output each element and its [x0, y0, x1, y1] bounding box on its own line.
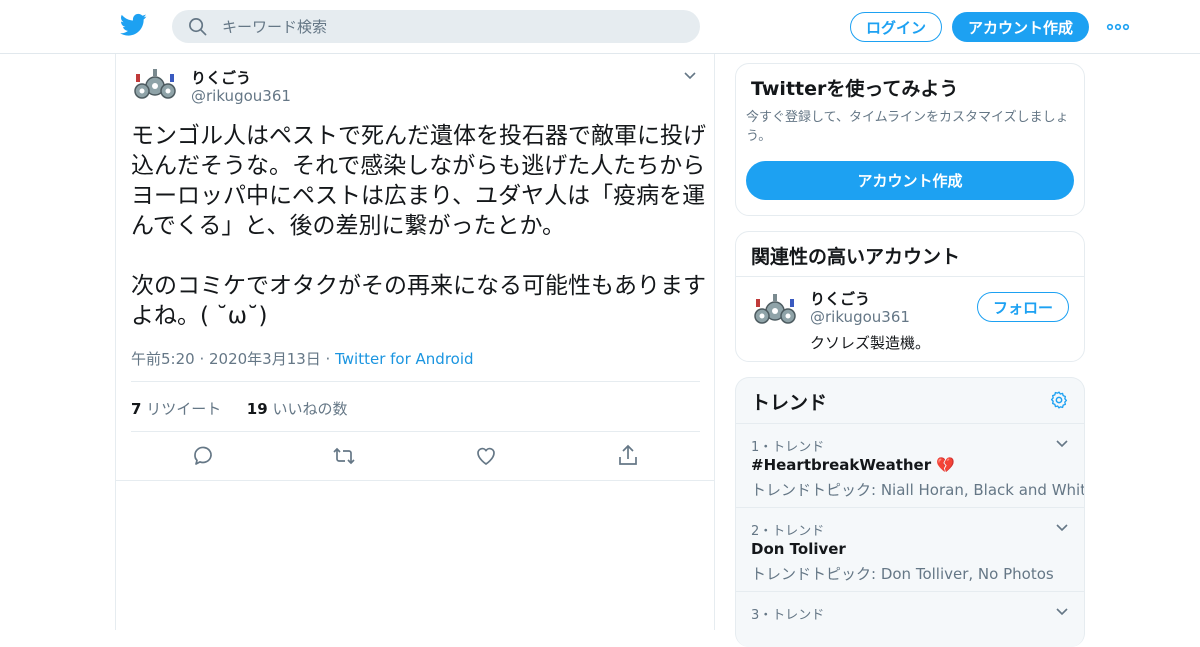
more-options-icon[interactable] [1106, 17, 1130, 37]
signup-card-title: Twitterを使ってみよう [751, 78, 959, 100]
tweet-metadata: 午前5:20 · 2020年3月13日 · Twitter for Androi… [131, 348, 474, 369]
tweet-timestamp[interactable]: 午前5:20 · 2020年3月13日 · [131, 350, 335, 368]
like-stat[interactable]: 19 いいねの数 [247, 400, 348, 418]
signup-card: Twitterを使ってみよう 今すぐ登録して、タイムラインをカスタマイズしましょ… [735, 63, 1085, 216]
related-handle[interactable]: @rikugou361 [810, 308, 910, 326]
share-icon[interactable] [616, 444, 640, 468]
trend-name[interactable]: Don Toliver [751, 540, 846, 558]
retweet-icon[interactable] [332, 444, 356, 468]
tweet-stats: 7 リツイート 19 いいねの数 [131, 398, 347, 419]
trend-item[interactable]: 2・トレンド Don Toliver トレンドトピック: Don Tollive… [736, 507, 1084, 591]
author-avatar[interactable] [131, 64, 179, 112]
trend-name[interactable]: #HeartbreakWeather 💔 [751, 456, 955, 474]
tweet-detail: りくごう @rikugou361 モンゴル人はペストで死んだ遺体を投石器で敵軍に… [115, 54, 715, 630]
like-label: いいねの数 [272, 400, 348, 418]
trend-topic: トレンドトピック: Niall Horan, Black and White [751, 481, 1085, 499]
divider [131, 381, 700, 382]
signup-card-description: 今すぐ登録して、タイムラインをカスタマイズしましょう。 [746, 110, 1069, 144]
tweet-source-link[interactable]: Twitter for Android [335, 350, 473, 368]
gear-icon[interactable] [1049, 390, 1069, 410]
trend-rank: 3・トレンド [751, 608, 825, 623]
author-handle[interactable]: @rikugou361 [191, 87, 291, 105]
trend-item[interactable]: 1・トレンド #HeartbreakWeather 💔 トレンドトピック: Ni… [736, 423, 1085, 507]
signup-card-button[interactable]: アカウント作成 [746, 161, 1074, 200]
related-accounts-card: 関連性の高いアカウント りくごう @rikugou361 クソレズ製造機。 フォ… [735, 231, 1085, 362]
trend-topic: トレンドトピック: Don Tolliver, No Photos [751, 565, 1054, 583]
trends-title: トレンド [751, 392, 828, 414]
author-name[interactable]: りくごう [191, 67, 251, 88]
tweet-actions [116, 432, 716, 480]
heart-icon[interactable] [474, 444, 498, 468]
reply-icon[interactable] [191, 444, 215, 468]
related-bio: クソレズ製造機。 [810, 334, 931, 352]
trend-rank: 1・トレンド [751, 440, 825, 455]
related-name[interactable]: りくごう [810, 288, 870, 309]
divider [116, 480, 714, 481]
signup-button[interactable]: アカウント作成 [952, 12, 1089, 42]
search-input[interactable] [222, 10, 682, 43]
chevron-down-icon[interactable] [1054, 604, 1070, 620]
trend-rank: 2・トレンド [751, 524, 825, 539]
retweet-stat[interactable]: 7 リツイート [131, 400, 221, 418]
related-avatar[interactable] [751, 289, 799, 337]
like-count: 19 [246, 400, 268, 418]
chevron-down-icon[interactable] [682, 68, 698, 84]
login-button[interactable]: ログイン [850, 12, 942, 42]
search-bar[interactable] [172, 10, 700, 43]
trend-item[interactable]: 3・トレンド [736, 591, 1084, 647]
trends-card: トレンド 1・トレンド #HeartbreakWeather 💔 トレンドトピッ… [735, 377, 1085, 647]
related-accounts-title: 関連性の高いアカウント [751, 246, 961, 268]
twitter-logo-icon[interactable] [120, 13, 147, 37]
retweet-count: 7 [131, 400, 142, 418]
chevron-down-icon[interactable] [1054, 520, 1070, 536]
retweet-label: リツイート [146, 400, 222, 418]
follow-button[interactable]: フォロー [977, 292, 1069, 322]
top-header: ログイン アカウント作成 [0, 0, 1200, 54]
search-icon [189, 18, 207, 36]
divider [736, 276, 1084, 277]
chevron-down-icon[interactable] [1054, 436, 1070, 452]
tweet-text: モンゴル人はペストで死んだ遺体を投石器で敵軍に投げ込んだそうな。それで感染しなが… [131, 123, 706, 329]
